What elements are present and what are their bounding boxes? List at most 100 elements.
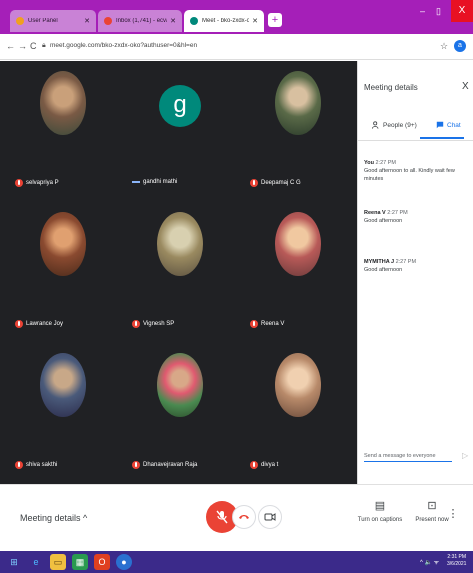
participant-tile[interactable]: Deepamaj C G	[240, 61, 355, 201]
tab-chat-label: Chat	[447, 121, 461, 129]
file-explorer-icon[interactable]: ▭	[50, 554, 66, 570]
meeting-details-toggle[interactable]: Meeting details ^	[20, 513, 87, 523]
browser-tab-strip: User Panel ✕ Inbox (1,741) - ecva02018@g…	[0, 0, 473, 34]
mic-muted-icon	[250, 320, 258, 328]
participant-name: Reena V	[261, 321, 285, 327]
mic-muted-icon	[15, 461, 23, 469]
avatar	[275, 353, 321, 417]
captions-button[interactable]: ▤ Turn on captions	[350, 499, 410, 523]
camera-off-button[interactable]	[258, 505, 282, 529]
leave-call-button[interactable]	[232, 505, 256, 529]
participant-tile[interactable]: shiva sakthi	[5, 343, 120, 483]
clock-date: 3/6/2021	[447, 561, 467, 567]
participant-tile[interactable]: Reena V	[240, 202, 355, 342]
participant-tile[interactable]: divya t	[240, 343, 355, 483]
audio-indicator-icon	[132, 181, 140, 183]
taskbar: ⊞ e ▭ ▦ O ● ^ 🔈 ᯤ 2:31 PM 3/6/2021	[0, 551, 473, 573]
store-icon[interactable]: ▦	[72, 554, 88, 570]
maximize-button[interactable]: ▯	[436, 6, 441, 17]
message-sender: You	[364, 160, 374, 166]
tab-chat[interactable]: Chat	[436, 121, 461, 129]
close-tab-icon[interactable]: ✕	[170, 17, 176, 25]
url-field[interactable]: meet.google.com/bko-zxdx-oko?authuser=0&…	[50, 42, 197, 49]
lock-icon: 🔒︎	[42, 42, 46, 49]
browser-tab[interactable]: Inbox (1,741) - ecva02018@gmail.com ✕	[98, 10, 182, 32]
avatar	[40, 353, 86, 417]
system-tray-icons[interactable]: ^ 🔈 ᯤ	[420, 558, 439, 566]
mic-muted-icon	[132, 461, 140, 469]
forward-icon[interactable]: →	[18, 41, 27, 51]
office-icon[interactable]: O	[94, 554, 110, 570]
tab-title: User Panel	[28, 18, 58, 24]
participant-tile[interactable]: Dhanavejravan Raja	[122, 343, 237, 483]
send-icon[interactable]: ▷	[462, 451, 468, 460]
window-close-button[interactable]: X	[451, 0, 473, 22]
participant-name: selvapriya P	[26, 180, 59, 186]
new-tab-button[interactable]: +	[268, 13, 282, 27]
chat-message: You 2:27 PM Good afternoon to all. Kindl…	[364, 159, 469, 183]
avatar	[157, 212, 203, 276]
message-time: 2:27 PM	[387, 210, 408, 216]
mic-muted-icon	[15, 320, 23, 328]
message-sender: Reena V	[364, 210, 386, 216]
close-tab-icon[interactable]: ✕	[252, 17, 258, 25]
participant-grid: selvapriya P g gandhi mathi Deepamaj C G…	[0, 61, 357, 484]
reload-icon[interactable]: C	[30, 41, 37, 51]
captions-icon: ▤	[374, 500, 386, 512]
tab-people-label: People (9+)	[383, 121, 417, 129]
mic-muted-icon	[132, 320, 140, 328]
meeting-controls-bar: Meeting details ^ ▤ Turn on captions ⊡ P…	[0, 484, 473, 551]
message-text: Good afternoon	[364, 267, 403, 273]
clock-time: 2:31 PM	[447, 554, 467, 560]
active-tab-indicator	[420, 137, 464, 139]
chrome-icon[interactable]: ●	[116, 554, 132, 570]
minimize-button[interactable]: –	[420, 6, 425, 16]
tab-favicon-icon	[190, 17, 198, 25]
tab-people[interactable]: People (9+)	[372, 121, 417, 129]
chat-message: Reena V 2:27 PM Good afternoon	[364, 209, 469, 225]
tab-title: Meet - bko-zxdx-oko	[202, 18, 250, 24]
chat-message-input[interactable]: Send a message to everyone	[364, 453, 452, 462]
message-sender: MYMITHA J	[364, 259, 395, 265]
more-options-button[interactable]: ⋮	[438, 507, 468, 520]
edge-icon[interactable]: e	[28, 554, 44, 570]
people-icon	[372, 121, 379, 129]
message-time: 2:27 PM	[375, 160, 396, 166]
mic-muted-icon	[250, 461, 258, 469]
back-icon[interactable]: ←	[6, 41, 15, 51]
participant-name: shiva sakthi	[26, 462, 58, 468]
message-text: Good afternoon to all. Kindly wait few m…	[364, 168, 455, 182]
windows-start-icon[interactable]: ⊞	[6, 554, 22, 570]
avatar: g	[159, 85, 201, 127]
tab-favicon-icon	[104, 17, 112, 25]
divider	[358, 140, 473, 141]
close-tab-icon[interactable]: ✕	[84, 17, 90, 25]
participant-tile[interactable]: Vignesh SP	[122, 202, 237, 342]
meeting-details-panel: Meeting details X People (9+) Chat You 2…	[357, 61, 473, 484]
taskbar-clock[interactable]: 2:31 PM 3/6/2021	[447, 554, 466, 568]
browser-tab-active[interactable]: Meet - bko-zxdx-oko ✕	[184, 10, 264, 32]
panel-title: Meeting details	[364, 83, 418, 92]
mic-muted-icon	[15, 179, 23, 187]
participant-tile[interactable]: selvapriya P	[5, 61, 120, 201]
avatar	[275, 212, 321, 276]
participant-tile[interactable]: g gandhi mathi	[122, 61, 237, 201]
participant-name: Lawrance Joy	[26, 321, 64, 327]
participant-name: gandhi mathi	[143, 179, 178, 185]
participant-name: Deepamaj C G	[261, 180, 301, 186]
account-avatar[interactable]: a	[454, 40, 466, 52]
bookmark-star-icon[interactable]: ☆	[440, 41, 448, 52]
participant-tile[interactable]: Lawrance Joy	[5, 202, 120, 342]
close-panel-button[interactable]: X	[462, 81, 469, 92]
tab-favicon-icon	[16, 17, 24, 25]
address-bar: ← → C 🔒︎ meet.google.com/bko-zxdx-oko?au…	[0, 34, 473, 60]
avatar	[40, 71, 86, 135]
participant-name: Vignesh SP	[143, 321, 175, 327]
participant-name: Dhanavejravan Raja	[143, 462, 198, 468]
avatar	[157, 353, 203, 417]
message-text: Good afternoon	[364, 218, 403, 224]
captions-label: Turn on captions	[357, 517, 403, 523]
mic-off-icon	[216, 510, 228, 524]
browser-tab[interactable]: User Panel ✕	[10, 10, 96, 32]
message-time: 2:27 PM	[395, 259, 417, 265]
